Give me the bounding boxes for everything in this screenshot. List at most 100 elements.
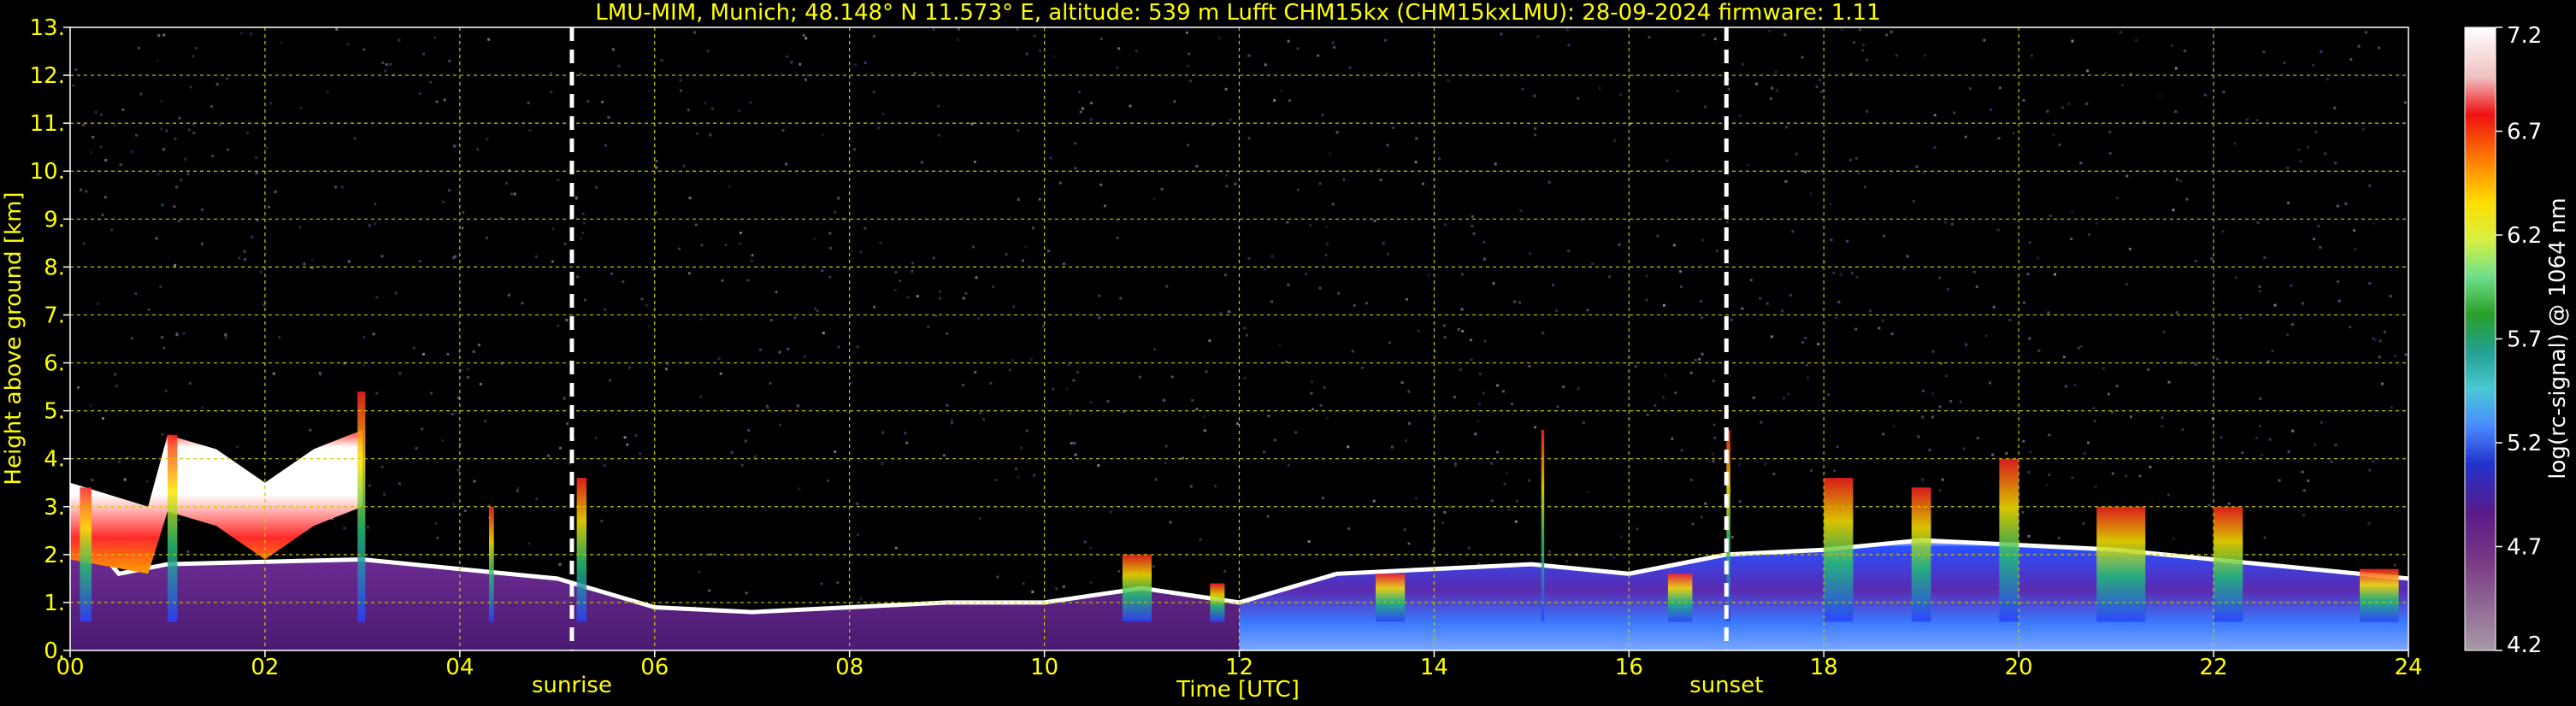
y-tick-label: 10. — [30, 159, 65, 185]
noise-dot — [1324, 253, 1328, 256]
noise-dot — [739, 232, 742, 234]
noise-dot — [224, 336, 227, 339]
y-tick-label: 13. — [30, 15, 65, 41]
x-tick-label: 22 — [2200, 655, 2228, 680]
noise-dot — [1081, 107, 1084, 110]
noise-dot — [1933, 146, 1936, 149]
noise-dot — [1243, 377, 1247, 379]
noise-dot — [655, 166, 658, 169]
noise-dot — [1712, 379, 1715, 383]
noise-dot — [1106, 400, 1110, 403]
noise-dot — [856, 345, 859, 349]
noise-dot — [1348, 66, 1352, 69]
noise-dot — [1931, 392, 1934, 395]
noise-dot — [2268, 438, 2272, 441]
noise-dot — [2108, 130, 2112, 133]
noise-dot — [1319, 403, 1323, 407]
noise-dot — [1664, 374, 1667, 377]
noise-dot — [2290, 284, 2293, 287]
noise-dot — [973, 160, 976, 163]
noise-dot — [728, 185, 731, 188]
noise-dot — [786, 55, 789, 58]
noise-dot — [1090, 118, 1093, 121]
noise-dot — [1296, 188, 1300, 191]
noise-dot — [1191, 399, 1194, 402]
noise-dot — [1203, 429, 1206, 432]
noise-dot — [218, 123, 221, 126]
noise-dot — [1514, 520, 1518, 523]
noise-dot — [778, 350, 781, 354]
noise-dot — [827, 479, 829, 483]
noise-dot — [974, 371, 977, 374]
noise-dot — [1116, 236, 1119, 239]
noise-dot — [576, 275, 580, 279]
noise-dot — [1701, 238, 1704, 242]
colorbar-tick-label: 5.2 — [2507, 431, 2542, 456]
noise-dot — [2404, 353, 2408, 356]
noise-dot — [557, 324, 560, 327]
noise-dot — [698, 570, 701, 574]
noise-dot — [2372, 221, 2375, 225]
noise-dot — [1382, 242, 1385, 245]
noise-dot — [186, 173, 190, 176]
noise-dot — [2023, 301, 2025, 304]
noise-dot — [2096, 221, 2099, 225]
noise-dot — [1415, 137, 1418, 140]
noise-dot — [1135, 50, 1138, 53]
noise-dot — [1296, 47, 1300, 50]
noise-dot — [2262, 50, 2266, 53]
noise-dot — [1038, 197, 1041, 201]
noise-dot — [1500, 32, 1503, 36]
noise-dot — [1933, 114, 1936, 117]
noise-dot — [758, 348, 762, 351]
noise-dot — [695, 132, 699, 135]
noise-dot — [1869, 309, 1872, 313]
noise-dot — [255, 156, 258, 159]
noise-dot — [2394, 355, 2396, 357]
noise-dot — [1011, 359, 1015, 362]
noise-dot — [188, 382, 192, 385]
noise-dot — [679, 79, 682, 82]
noise-dot — [920, 161, 923, 164]
noise-dot — [1513, 300, 1517, 303]
signal-streak — [2360, 568, 2399, 622]
y-tick-label: 6. — [44, 351, 65, 377]
noise-dot — [259, 270, 262, 274]
noise-dot — [1195, 165, 1199, 168]
noise-dot — [1680, 449, 1683, 452]
noise-dot — [1460, 308, 1464, 311]
noise-dot — [1738, 463, 1741, 467]
noise-dot — [1972, 270, 1976, 274]
noise-dot — [1807, 376, 1810, 379]
noise-dot — [982, 418, 986, 421]
noise-dot — [803, 355, 806, 358]
noise-dot — [244, 258, 246, 262]
noise-dot — [2337, 280, 2339, 283]
noise-dot — [1164, 444, 1168, 448]
noise-dot — [655, 160, 658, 162]
noise-dot — [2334, 162, 2337, 165]
noise-dot — [398, 38, 401, 42]
noise-dot — [699, 317, 703, 321]
noise-dot — [1391, 126, 1394, 130]
noise-dot — [979, 517, 982, 520]
noise-dot — [781, 129, 785, 132]
noise-dot — [1055, 587, 1058, 591]
noise-dot — [2225, 360, 2228, 363]
noise-dot — [962, 383, 965, 386]
noise-dot — [238, 256, 241, 260]
noise-dot — [1752, 396, 1755, 399]
noise-dot — [1287, 39, 1290, 43]
noise-dot — [2160, 416, 2164, 419]
colorbar-tick-label: 6.7 — [2507, 120, 2542, 145]
noise-dot — [1076, 371, 1079, 374]
noise-dot — [1923, 54, 1926, 57]
noise-dot — [2290, 323, 2294, 327]
noise-dot — [1567, 44, 1571, 47]
noise-dot — [1694, 358, 1697, 362]
noise-dot — [175, 185, 179, 189]
noise-dot — [1795, 152, 1798, 156]
noise-dot — [1074, 142, 1077, 145]
noise-dot — [243, 250, 246, 253]
noise-dot — [1547, 550, 1551, 553]
